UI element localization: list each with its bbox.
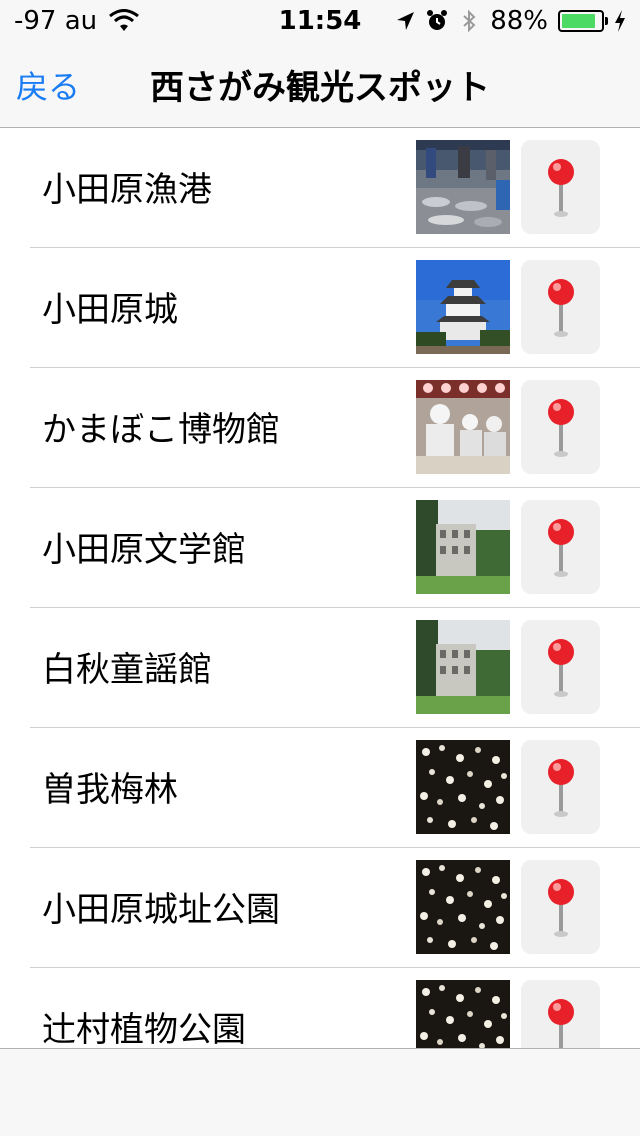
list-item[interactable]: 小田原城	[0, 248, 640, 368]
bluetooth-icon	[458, 9, 480, 33]
map-pin-button[interactable]	[521, 860, 600, 954]
spot-name: かまぼこ博物館	[42, 410, 280, 450]
map-pin-button[interactable]	[521, 620, 600, 714]
page-title: 西さがみ観光スポット	[150, 68, 490, 108]
status-right-group: 88%	[394, 6, 626, 36]
map-pin-button[interactable]	[521, 380, 600, 474]
map-pin-icon	[548, 879, 574, 937]
map-pin-button[interactable]	[521, 980, 600, 1048]
map-pin-icon	[548, 999, 574, 1048]
navigation-header: -97 au 11:54 88% 戻る 西さがみ観光スポット	[0, 0, 640, 128]
list-item[interactable]: 曽我梅林	[0, 728, 640, 848]
plum-blossom-photo	[416, 860, 510, 954]
map-pin-button[interactable]	[521, 740, 600, 834]
spot-name: 小田原文学館	[42, 530, 246, 570]
list-item[interactable]: 白秋童謡館	[0, 608, 640, 728]
battery-level-fill	[562, 14, 595, 28]
list-item[interactable]: 辻村植物公園	[0, 968, 640, 1048]
literature-museum-photo	[416, 620, 510, 714]
map-pin-icon	[548, 519, 574, 577]
list-item[interactable]: 小田原文学館	[0, 488, 640, 608]
plum-blossom-photo	[416, 740, 510, 834]
fish-market-photo	[416, 140, 510, 234]
list-item[interactable]: 小田原城址公園	[0, 848, 640, 968]
list-item[interactable]: かまぼこ博物館	[0, 368, 640, 488]
map-pin-icon	[548, 159, 574, 217]
map-pin-icon	[548, 399, 574, 457]
spot-name: 白秋童謡館	[42, 650, 212, 690]
plum-blossom-photo	[416, 980, 510, 1048]
map-pin-button[interactable]	[521, 500, 600, 594]
spot-list[interactable]: 小田原漁港 小田原城 かまぼこ博物館 小田原文学館 白秋童謡館 曽我梅林 小田原…	[0, 128, 640, 1048]
bottom-toolbar	[0, 1048, 640, 1136]
spot-name: 小田原城址公園	[42, 890, 280, 930]
spot-name: 小田原城	[42, 290, 178, 330]
literature-museum-photo	[416, 500, 510, 594]
battery-percent: 88%	[490, 6, 548, 36]
map-pin-icon	[548, 759, 574, 817]
battery-nub	[605, 17, 608, 25]
museum-workshop-photo	[416, 380, 510, 474]
map-pin-button[interactable]	[521, 260, 600, 354]
list-item[interactable]: 小田原漁港	[0, 128, 640, 248]
location-arrow-icon	[394, 9, 416, 33]
charging-bolt-icon	[614, 9, 626, 33]
spot-name: 曽我梅林	[42, 770, 178, 810]
castle-photo	[416, 260, 510, 354]
spot-name: 辻村植物公園	[42, 1010, 246, 1048]
alarm-clock-icon	[426, 9, 448, 33]
map-pin-icon	[548, 639, 574, 697]
map-pin-button[interactable]	[521, 140, 600, 234]
status-bar: -97 au 11:54 88%	[0, 0, 640, 40]
map-pin-icon	[548, 279, 574, 337]
battery-icon	[558, 10, 608, 32]
spot-name: 小田原漁港	[42, 170, 212, 210]
